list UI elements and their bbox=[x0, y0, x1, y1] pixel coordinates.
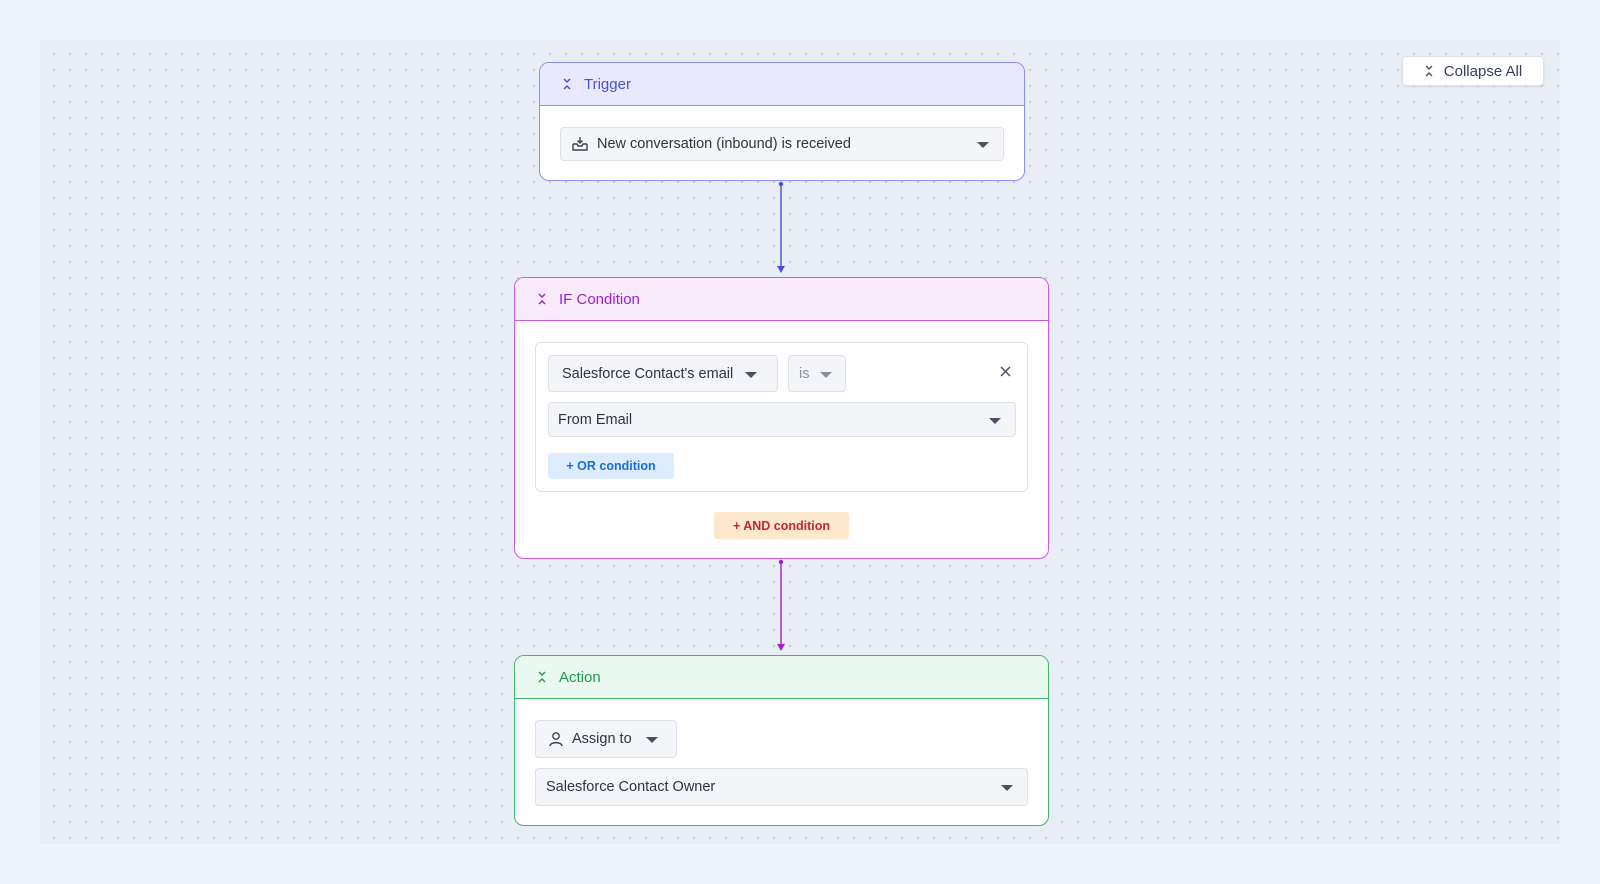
action-target-select[interactable]: Salesforce Contact Owner bbox=[535, 768, 1028, 806]
chevron-down-icon bbox=[977, 142, 989, 148]
trigger-to-condition-connector bbox=[777, 181, 785, 273]
if-condition-title: IF Condition bbox=[559, 290, 640, 308]
trigger-event-select[interactable]: New conversation (inbound) is received bbox=[560, 127, 1004, 161]
trigger-card: Trigger New conversation (inbound) is re… bbox=[539, 62, 1025, 181]
condition-operator-value: is bbox=[799, 365, 810, 382]
action-title: Action bbox=[559, 668, 601, 686]
condition-operator-select[interactable]: is bbox=[788, 355, 846, 392]
condition-to-action-connector bbox=[777, 559, 785, 651]
trigger-header[interactable]: Trigger bbox=[540, 63, 1024, 106]
chevron-down-icon bbox=[1001, 785, 1013, 791]
user-icon bbox=[549, 732, 563, 747]
remove-condition-button[interactable] bbox=[997, 363, 1013, 379]
collapse-chevrons-icon[interactable] bbox=[562, 77, 572, 91]
action-type-select[interactable]: Assign to bbox=[535, 720, 677, 758]
action-card: Action Assign to Salesforce Contact Owne… bbox=[514, 655, 1049, 826]
collapse-chevrons-icon[interactable] bbox=[537, 292, 547, 306]
action-target-value: Salesforce Contact Owner bbox=[546, 779, 716, 795]
action-type-value: Assign to bbox=[572, 731, 632, 747]
close-icon bbox=[999, 365, 1011, 377]
trigger-event-value: New conversation (inbound) is received bbox=[597, 136, 851, 152]
condition-compare-value: From Email bbox=[558, 411, 633, 428]
condition-field-select[interactable]: Salesforce Contact's email bbox=[548, 355, 778, 392]
chevron-down-icon bbox=[745, 371, 757, 378]
trigger-title: Trigger bbox=[584, 75, 631, 93]
chevron-down-icon bbox=[646, 737, 658, 743]
condition-group: Salesforce Contact's email is From Email… bbox=[535, 342, 1028, 492]
add-or-condition-button[interactable]: + OR condition bbox=[548, 453, 674, 479]
chevron-down-icon bbox=[989, 417, 1001, 424]
condition-compare-select[interactable]: From Email bbox=[548, 402, 1016, 437]
action-header[interactable]: Action bbox=[515, 656, 1048, 699]
inbox-tray-icon bbox=[572, 137, 588, 151]
if-condition-header[interactable]: IF Condition bbox=[515, 278, 1048, 321]
collapse-chevrons-icon[interactable] bbox=[537, 670, 547, 684]
if-condition-card: IF Condition Salesforce Contact's email … bbox=[514, 277, 1049, 559]
add-and-condition-button[interactable]: + AND condition bbox=[714, 512, 849, 539]
condition-field-value: Salesforce Contact's email bbox=[562, 365, 734, 382]
chevron-down-icon bbox=[820, 371, 832, 378]
